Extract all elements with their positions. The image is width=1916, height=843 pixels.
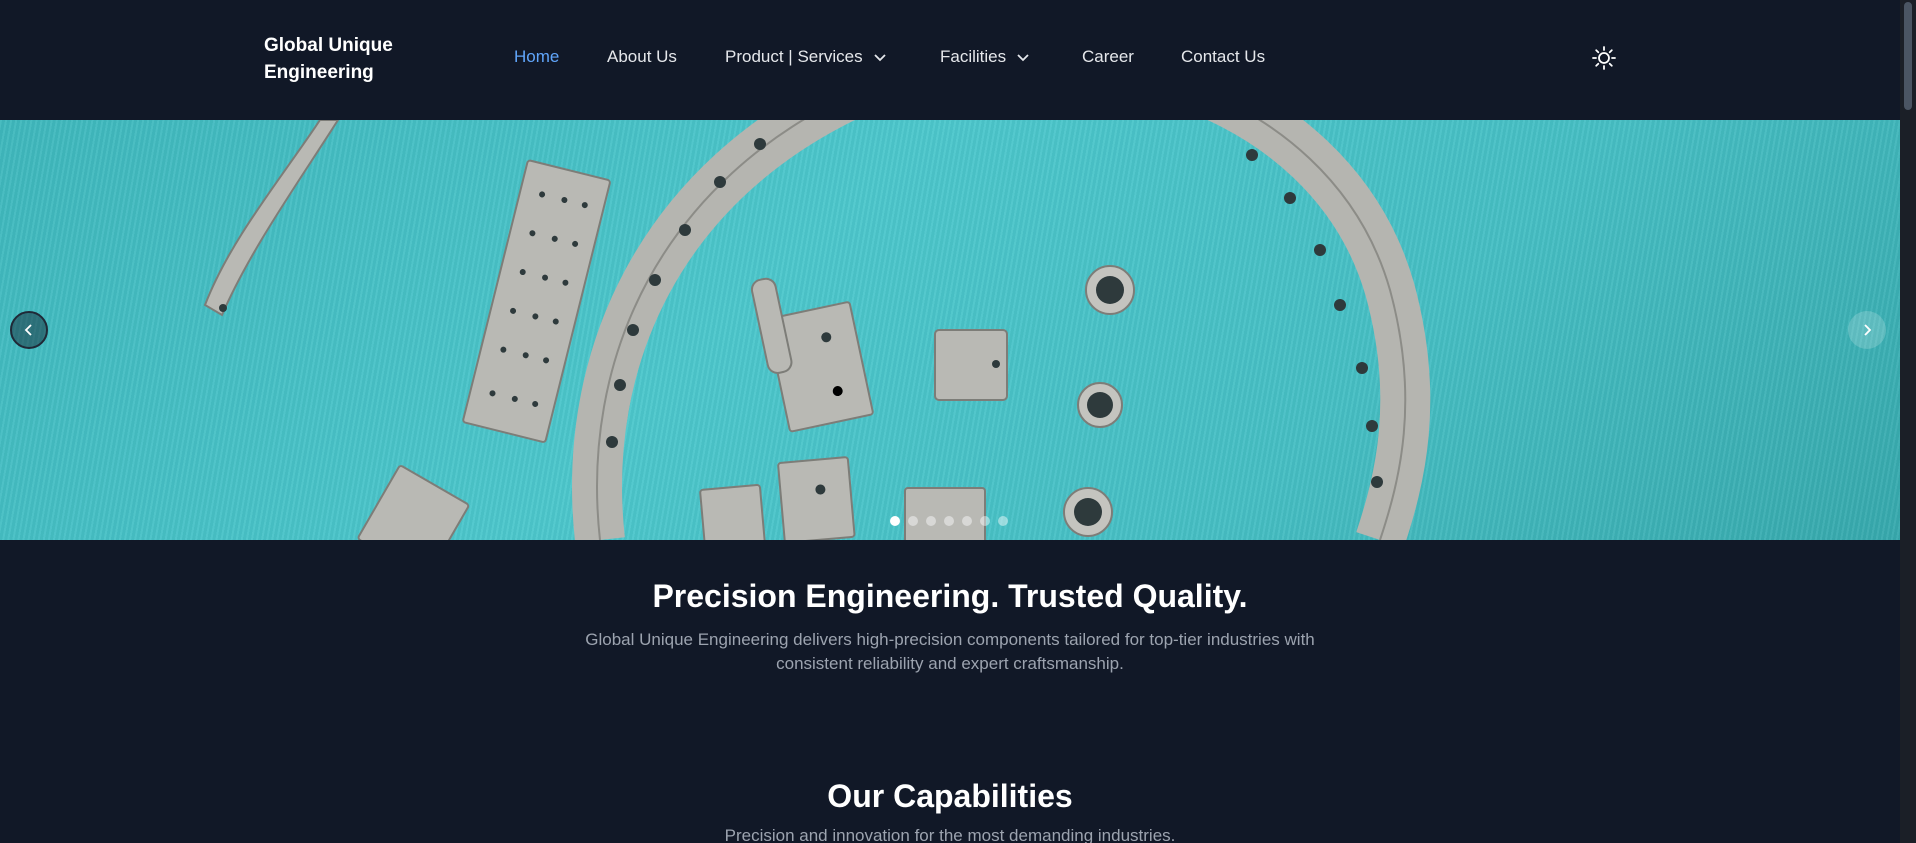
site-header: Global Unique Engineering Home About Us … — [0, 0, 1900, 120]
carousel-prev-button[interactable] — [10, 311, 48, 349]
chevron-left-icon — [24, 324, 32, 336]
hero-carousel — [0, 120, 1900, 540]
nav-facilities-label: Facilities — [940, 47, 1007, 66]
hero-headline: Precision Engineering. Trusted Quality. — [652, 578, 1248, 614]
nav-career[interactable]: Career — [1082, 47, 1134, 67]
capabilities-subtitle: Precision and innovation for the most de… — [724, 826, 1176, 843]
capabilities-title: Our Capabilities — [827, 778, 1073, 814]
nav-contact-us-label: Contact Us — [1181, 47, 1266, 66]
site-logo[interactable]: Global Unique Engineering — [264, 32, 414, 86]
carousel-dot-7[interactable] — [998, 516, 1008, 526]
carousel-dot-4[interactable] — [944, 516, 954, 526]
hero-description: Global Unique Engineering delivers high-… — [585, 630, 1315, 673]
nav-product-services-label: Product | Services — [725, 47, 863, 66]
nav-facilities[interactable]: Facilities — [940, 47, 1030, 67]
logo-line-1: Global Unique — [264, 35, 393, 56]
nav-home[interactable]: Home — [514, 47, 559, 67]
chevron-down-icon — [1017, 54, 1029, 62]
nav-contact-us[interactable]: Contact Us — [1181, 47, 1265, 67]
nav-product-services[interactable]: Product | Services — [725, 47, 887, 67]
nav-career-label: Career — [1082, 47, 1134, 66]
carousel-dot-1[interactable] — [890, 516, 900, 526]
scrollbar-thumb[interactable] — [1904, 2, 1912, 110]
carousel-dot-2[interactable] — [908, 516, 918, 526]
carousel-dot-6[interactable] — [980, 516, 990, 526]
carousel-dot-5[interactable] — [962, 516, 972, 526]
page: Global Unique Engineering Home About Us … — [0, 0, 1900, 843]
carousel-next-button[interactable] — [1848, 311, 1886, 349]
page-scrollbar[interactable] — [1900, 0, 1916, 843]
carousel-dot-3[interactable] — [926, 516, 936, 526]
chevron-down-icon — [874, 54, 886, 62]
theme-toggle-button[interactable] — [1591, 45, 1617, 71]
nav-about-us[interactable]: About Us — [607, 47, 677, 67]
logo-line-2: Engineering — [264, 62, 374, 83]
carousel-indicators — [890, 516, 1008, 526]
chevron-right-icon — [1864, 324, 1872, 336]
sun-icon — [1592, 46, 1616, 70]
nav-about-us-label: About Us — [607, 47, 677, 66]
nav-home-label: Home — [514, 47, 560, 66]
hero-slide-image — [203, 120, 1431, 540]
